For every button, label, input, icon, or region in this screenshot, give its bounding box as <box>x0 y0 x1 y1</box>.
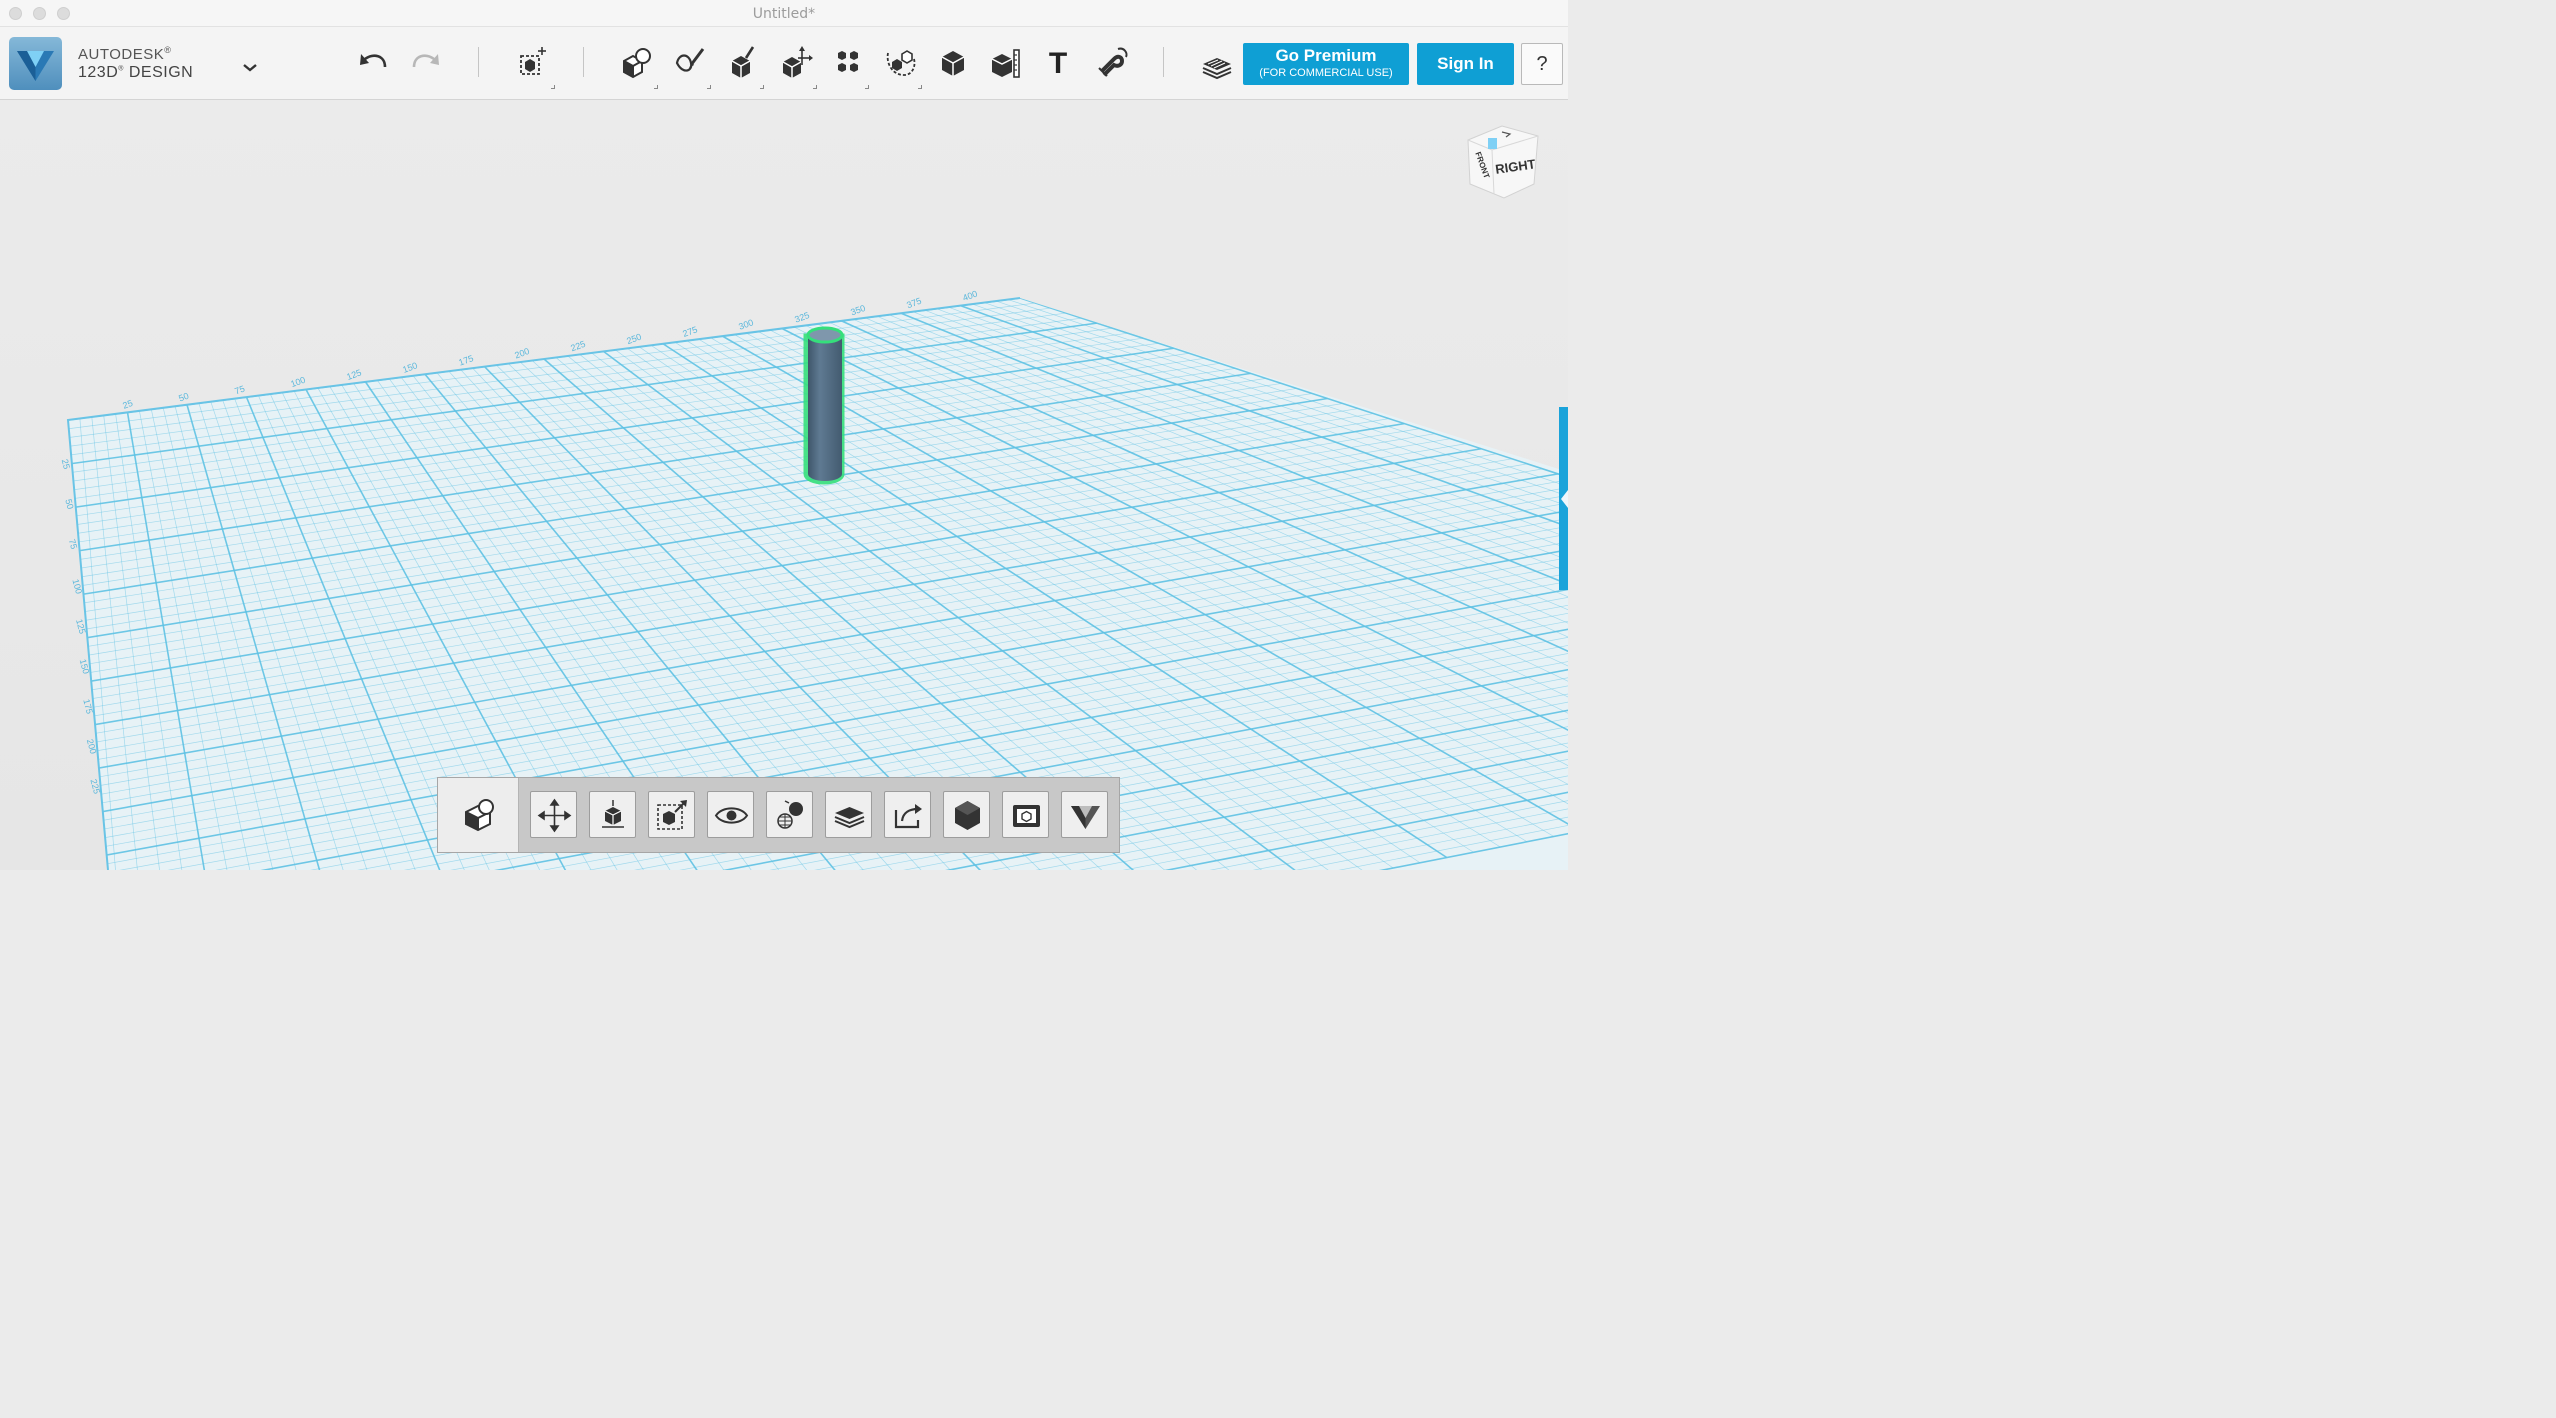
panel-expand-arrow-icon[interactable] <box>1561 490 1568 508</box>
export-button[interactable] <box>884 791 931 838</box>
camera-button[interactable] <box>1002 791 1049 838</box>
combine-icon <box>941 51 965 76</box>
title-bar: Untitled* <box>0 0 1568 27</box>
transform-button[interactable] <box>511 41 557 89</box>
logo-menu-icon <box>1071 806 1100 829</box>
brand-name: AUTODESK® <box>78 45 172 63</box>
app-window: Untitled* AUTODESK® 123D® DESIGN T Go Pr… <box>0 0 1568 870</box>
measure-button[interactable] <box>983 41 1029 83</box>
undo-icon <box>360 54 387 68</box>
visibility-button[interactable] <box>707 791 754 838</box>
modify-button[interactable] <box>773 41 819 89</box>
text-icon: T <box>1049 47 1067 80</box>
solid-view-icon <box>955 801 980 830</box>
pattern-button[interactable] <box>825 41 871 89</box>
go-premium-button[interactable]: Go Premium (FOR COMMERCIAL USE) <box>1243 43 1409 85</box>
pattern-icon <box>838 51 858 72</box>
export-icon <box>894 804 922 829</box>
cylinder-object[interactable] <box>803 326 845 485</box>
camera-icon <box>1013 805 1040 827</box>
solid-view-button[interactable] <box>943 791 990 838</box>
materials-render-button[interactable] <box>766 791 813 838</box>
main-toolbar: AUTODESK® 123D® DESIGN T Go Premium (FOR… <box>0 27 1568 100</box>
view-home-button[interactable] <box>438 778 519 852</box>
sign-in-button[interactable]: Sign In <box>1417 43 1514 85</box>
layers-icon <box>834 807 865 829</box>
toolbar-separator <box>1163 47 1164 77</box>
pan-icon <box>537 798 572 833</box>
3d-viewport[interactable]: 25 50 75 100 125 150 175 200 225 250 275 300 325 350 3… <box>0 100 1568 870</box>
product-name: 123D® DESIGN <box>78 64 194 81</box>
sketch-button[interactable] <box>667 41 713 89</box>
go-premium-sublabel: (FOR COMMERCIAL USE) <box>1259 67 1393 79</box>
materials-icon <box>1202 58 1232 80</box>
scene-canvas[interactable]: 255075100 125 150 175 200 225 250 275 300 325 350 3… <box>0 100 1568 870</box>
toolbar-separator <box>583 47 584 77</box>
help-button[interactable]: ? <box>1521 43 1563 85</box>
orbit-icon <box>602 800 624 828</box>
combine-button[interactable] <box>931 41 977 83</box>
snap-button[interactable] <box>1088 41 1134 83</box>
snap-icon <box>1098 47 1128 77</box>
svg-text:T: T <box>1049 47 1067 80</box>
transform-icon <box>520 47 546 75</box>
redo-icon <box>412 54 439 68</box>
redo-button[interactable] <box>402 41 448 83</box>
window-title: Untitled* <box>752 6 816 22</box>
app-logo-menu-button[interactable] <box>1061 791 1108 838</box>
primitives-icon <box>623 48 651 79</box>
modify-icon <box>782 46 813 78</box>
text-tool-button[interactable]: T <box>1035 41 1081 83</box>
navigation-bar <box>437 777 1120 853</box>
construct-icon <box>731 46 755 78</box>
materials-render-icon <box>777 800 803 829</box>
app-menu-chevron-down-icon[interactable] <box>236 57 264 79</box>
go-premium-label: Go Premium <box>1275 46 1377 65</box>
layers-button[interactable] <box>825 791 872 838</box>
pan-button[interactable] <box>530 791 577 838</box>
materials-button[interactable] <box>1194 41 1240 83</box>
zoom-fit-icon <box>657 800 687 830</box>
app-logo-icon[interactable] <box>9 37 62 90</box>
visibility-icon <box>714 807 749 824</box>
measure-icon <box>991 49 1020 78</box>
grouping-button[interactable] <box>878 41 924 89</box>
view-home-icon <box>465 799 494 832</box>
construct-button[interactable] <box>720 41 766 89</box>
undo-button[interactable] <box>351 41 397 83</box>
primitives-button[interactable] <box>614 41 660 89</box>
toolbar-separator <box>478 47 479 77</box>
viewcube[interactable]: RIGHT FRONT <box>1462 122 1542 204</box>
orbit-button[interactable] <box>589 791 636 838</box>
grouping-icon <box>886 50 916 76</box>
sketch-icon <box>675 48 705 72</box>
zoom-fit-button[interactable] <box>648 791 695 838</box>
